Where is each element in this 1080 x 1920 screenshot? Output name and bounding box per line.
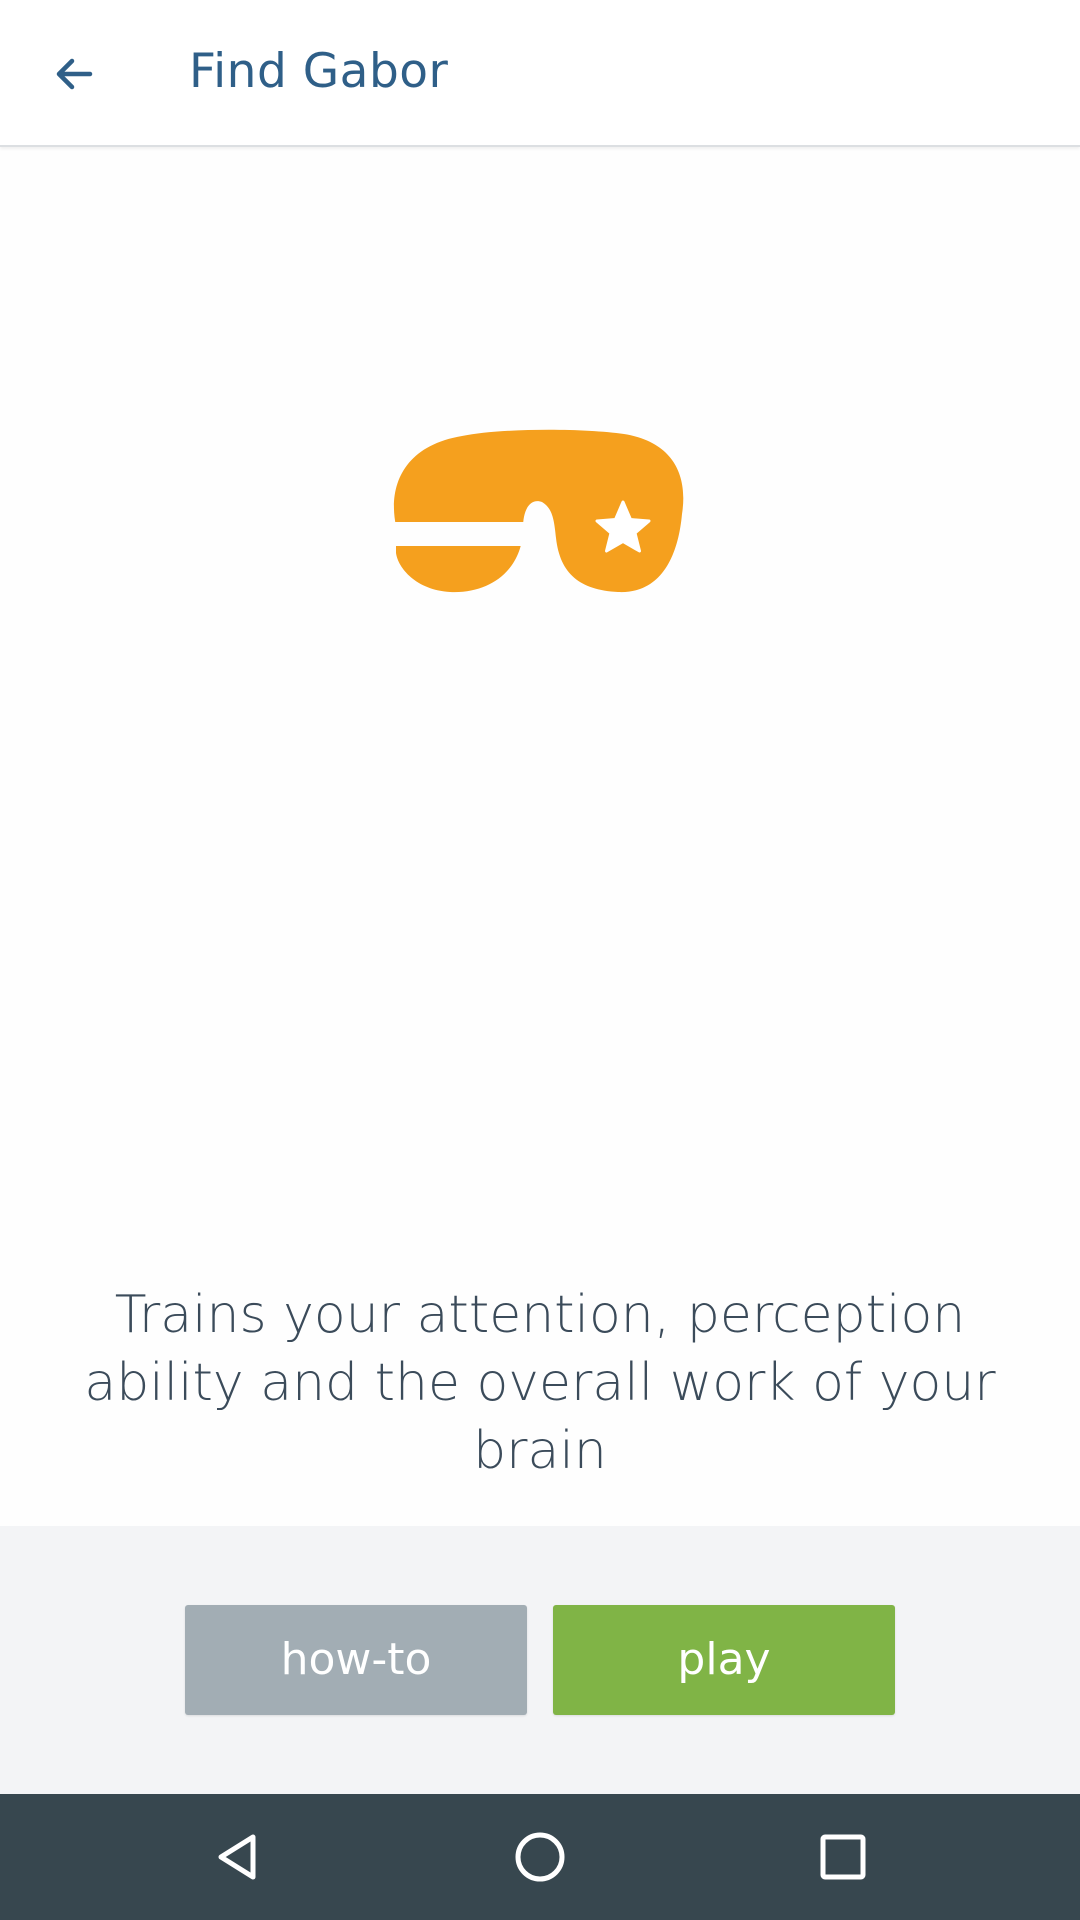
nav-recents-button[interactable] bbox=[803, 1817, 883, 1897]
screen: Find Gabor Trains your attention, percep… bbox=[0, 0, 1080, 1920]
action-panel: how-to play bbox=[0, 1526, 1080, 1794]
arrow-left-icon bbox=[56, 58, 93, 90]
system-nav-bar bbox=[0, 1794, 1080, 1920]
eye-mask-icon bbox=[392, 429, 684, 593]
page-title: Find Gabor bbox=[189, 44, 449, 99]
nav-home-icon bbox=[515, 1832, 565, 1882]
nav-recents-icon bbox=[820, 1834, 866, 1880]
play-button[interactable]: play bbox=[553, 1605, 895, 1715]
game-description: Trains your attention, perception abilit… bbox=[84, 1285, 996, 1481]
app-bar: Find Gabor bbox=[0, 0, 1080, 147]
back-button[interactable] bbox=[38, 38, 110, 110]
nav-back-icon bbox=[218, 1834, 256, 1880]
nav-home-button[interactable] bbox=[500, 1817, 580, 1897]
how-to-button[interactable]: how-to bbox=[185, 1605, 527, 1715]
nav-back-button[interactable] bbox=[197, 1817, 277, 1897]
